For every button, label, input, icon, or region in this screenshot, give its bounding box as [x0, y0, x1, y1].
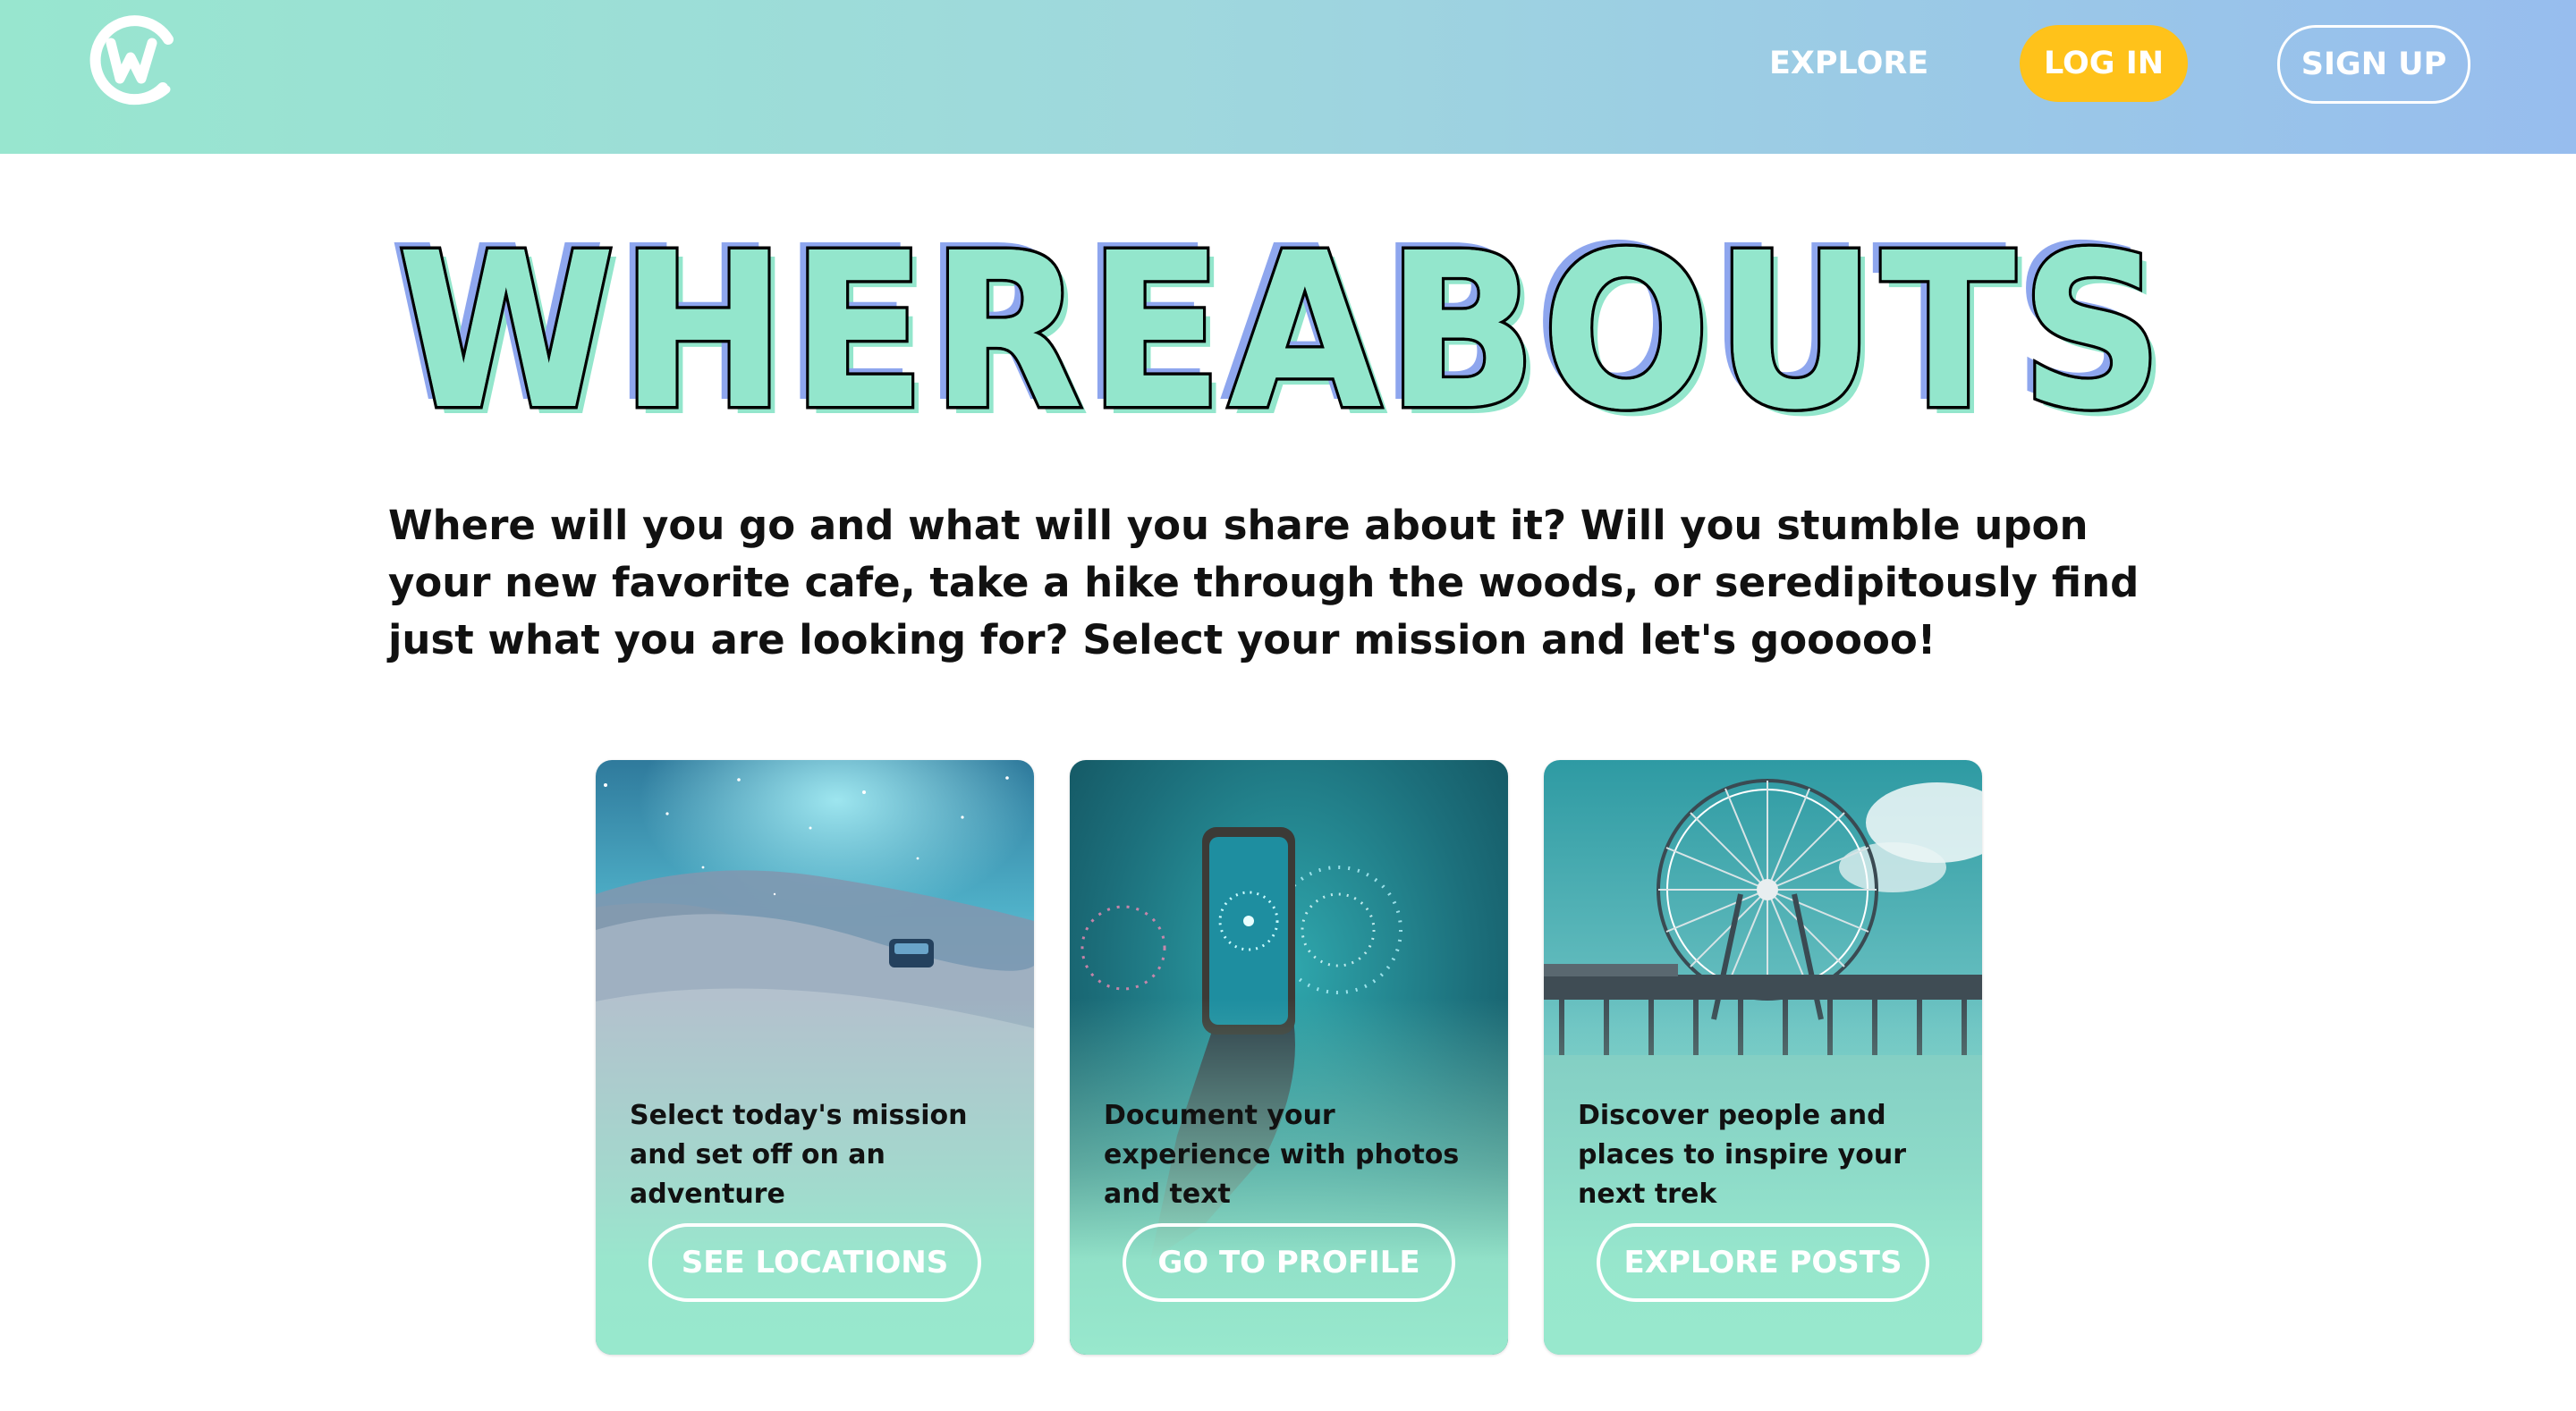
- nav-explore-link[interactable]: EXPLORE: [1769, 38, 1928, 89]
- card-description: Document your experience with photos and…: [1104, 1100, 1460, 1210]
- go-to-profile-button[interactable]: GO TO PROFILE: [1123, 1223, 1455, 1302]
- card-description: Select today's mission and set off on an…: [630, 1100, 968, 1210]
- mission-card-profile: Document your experience with photos and…: [1070, 760, 1508, 1355]
- mission-card-locations: Select today's mission and set off on an…: [596, 760, 1034, 1355]
- explore-posts-button[interactable]: EXPLORE POSTS: [1597, 1223, 1929, 1302]
- hero-title-graphic: WHEREABOUTS WHEREABOUTS WHEREABOUTS WHER…: [388, 215, 2170, 447]
- card-description: Discover people and places to inspire yo…: [1578, 1100, 1906, 1210]
- logo-w-mark: [89, 15, 174, 106]
- intro-paragraph: Where will you go and what will you shar…: [388, 502, 2140, 663]
- whereabouts-logo-icon[interactable]: [89, 13, 179, 106]
- login-button[interactable]: LOG IN: [2020, 25, 2188, 102]
- hero-title-fill: WHEREABOUTS: [397, 215, 2168, 447]
- see-locations-button[interactable]: SEE LOCATIONS: [648, 1223, 981, 1302]
- mission-card-explore: Discover people and places to inspire yo…: [1544, 760, 1982, 1355]
- signup-button[interactable]: SIGN UP: [2277, 25, 2470, 104]
- top-navigation-bar: EXPLORE LOG IN SIGN UP: [0, 0, 2576, 154]
